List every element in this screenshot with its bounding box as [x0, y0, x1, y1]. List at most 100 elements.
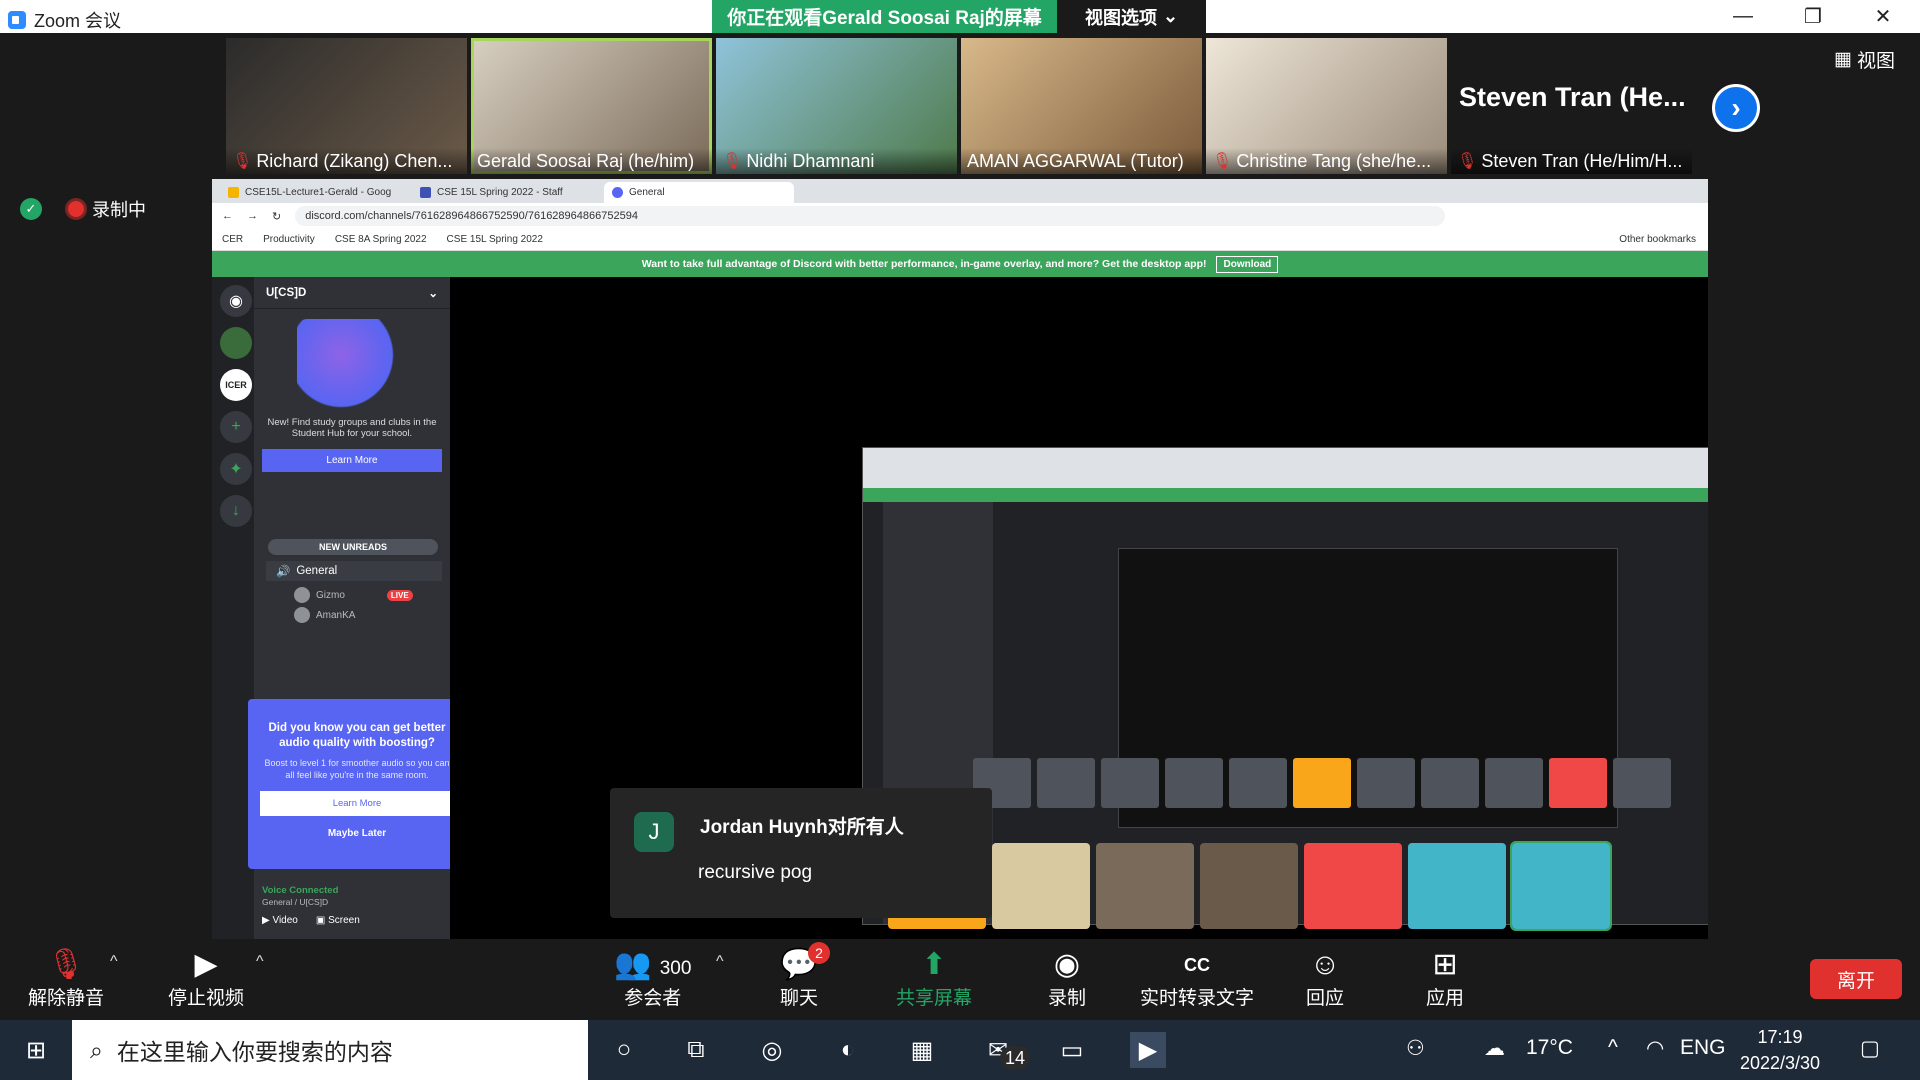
video-tile[interactable]	[1510, 841, 1612, 931]
chrome-icon[interactable]: ◎	[754, 1032, 790, 1068]
clock[interactable]: 17:19 2022/3/30	[1735, 1024, 1825, 1076]
video-options-caret[interactable]: ^	[256, 953, 264, 971]
participant-count: 300	[659, 958, 692, 979]
other-bookmarks[interactable]: Other bookmarks	[1619, 234, 1696, 245]
video-tile[interactable]	[1408, 843, 1506, 929]
stop-video-button[interactable]: ▶ 停止视频	[168, 947, 244, 1010]
channel-name: General	[296, 565, 338, 577]
video-tile[interactable]	[1200, 843, 1298, 929]
voice-controls: ▶ Video ▣ Screen	[262, 915, 360, 926]
explore-icon[interactable]: ✦	[220, 453, 252, 485]
url-input[interactable]: discord.com/channels/761628964866752590/…	[295, 206, 1446, 226]
video-button[interactable]: ▶ Video	[262, 915, 298, 926]
cortana-icon[interactable]: ○	[606, 1032, 642, 1068]
share-screen-button[interactable]: ⬆ 共享屏幕	[896, 947, 972, 1010]
participant-tile[interactable]: 🎙 Nidhi Dhamnani	[716, 38, 957, 174]
wifi-icon[interactable]: ◠	[1646, 1036, 1664, 1061]
browser-tab[interactable]: CSE 15L Spring 2022 - Staff	[412, 182, 602, 203]
file-explorer-icon[interactable]: ▭	[1054, 1032, 1090, 1068]
browser-tab-active[interactable]: General	[604, 182, 794, 203]
voice-member[interactable]: AmanKA	[294, 607, 355, 623]
video-tile	[1485, 758, 1543, 808]
video-tile	[1165, 758, 1223, 808]
bookmark[interactable]: CER	[222, 234, 243, 245]
notifications-icon[interactable]: ▢	[1860, 1036, 1880, 1061]
leave-button[interactable]: 离开	[1810, 959, 1902, 999]
add-server-icon[interactable]: +	[220, 411, 252, 443]
chat-unread-badge: 2	[808, 942, 830, 964]
server-header[interactable]: U[CS]D ⌄	[254, 277, 450, 309]
video-tile[interactable]	[992, 843, 1090, 929]
zoom-taskbar-icon[interactable]: ▶	[1130, 1032, 1166, 1068]
edge-icon[interactable]: ◐	[830, 1032, 866, 1068]
next-page-button[interactable]: ›	[1712, 84, 1760, 132]
discord-icon	[612, 187, 623, 198]
voice-channel-general[interactable]: 🔊 General	[266, 561, 442, 581]
video-tile[interactable]	[1096, 843, 1194, 929]
video-tile[interactable]	[1304, 843, 1402, 929]
tab-title: General	[629, 187, 665, 198]
input-language[interactable]: ENG	[1680, 1036, 1726, 1060]
boost-learn-more-button[interactable]: Learn More	[260, 791, 454, 816]
video-tile	[1357, 758, 1415, 808]
tab-title: CSE 15L Spring 2022 - Staff	[437, 187, 563, 198]
record-button[interactable]: ◉ 录制	[1048, 947, 1086, 1010]
learn-more-button[interactable]: Learn More	[262, 449, 442, 472]
tray-overflow-icon[interactable]: ^	[1608, 1036, 1618, 1060]
live-badge: LIVE	[386, 589, 413, 601]
task-view-icon[interactable]: ⧉	[678, 1032, 714, 1068]
participants-label: 参会者	[624, 988, 682, 1009]
doc-icon	[420, 187, 431, 198]
reactions-button[interactable]: ☺ 回应	[1306, 947, 1344, 1010]
participant-tile[interactable]: AMAN AGGARWAL (Tutor)	[961, 38, 1202, 174]
view-button[interactable]: ▦ 视图	[1834, 46, 1895, 73]
bookmark[interactable]: CSE 15L Spring 2022	[447, 234, 543, 245]
back-icon[interactable]: ←	[222, 210, 233, 222]
reload-icon[interactable]: ↻	[272, 210, 281, 223]
weather-temp[interactable]: 17°C	[1526, 1036, 1573, 1060]
download-button[interactable]: Download	[1216, 255, 1279, 273]
audio-options-caret[interactable]: ^	[110, 953, 118, 971]
view-button-label: 视图	[1856, 51, 1895, 72]
video-tile	[1037, 758, 1095, 808]
view-options-button[interactable]: 视图选项 ⌄	[1057, 0, 1206, 33]
participant-tile-active-speaker[interactable]: Gerald Soosai Raj (he/him)	[471, 38, 712, 174]
server-icon[interactable]	[220, 327, 252, 359]
live-transcript-button[interactable]: CC 实时转录文字	[1140, 947, 1254, 1010]
bookmark[interactable]: CSE 8A Spring 2022	[335, 234, 427, 245]
windows-start-icon[interactable]: ⊞	[18, 1032, 54, 1068]
security-shield-icon[interactable]: ✓	[20, 198, 42, 220]
participant-tile-no-video[interactable]: Steven Tran (He... 🎙 Steven Tran (He/Him/…	[1451, 38, 1692, 174]
weather-icon[interactable]: ☁	[1484, 1036, 1505, 1061]
recording-dot-icon	[68, 201, 84, 217]
screen-button[interactable]: ▣ Screen	[316, 915, 360, 926]
browser-tab[interactable]: CSE15L-Lecture1-Gerald - Goog	[220, 182, 410, 203]
store-icon[interactable]: ▦	[904, 1032, 940, 1068]
new-unreads-pill[interactable]: NEW UNREADS	[268, 539, 438, 555]
maybe-later-button[interactable]: Maybe Later	[260, 828, 454, 839]
minimize-button[interactable]: —	[1708, 0, 1778, 33]
participant-name-text: Gerald Soosai Raj (he/him)	[477, 150, 695, 171]
icer-server-icon[interactable]: ICER	[220, 369, 252, 401]
mic-muted-icon: 🎙	[1212, 153, 1233, 170]
close-button[interactable]: ✕	[1848, 0, 1918, 33]
taskbar-search-box[interactable]: ⌕ 在这里输入你要搜索的内容	[72, 1020, 588, 1080]
video-tile	[1421, 758, 1479, 808]
unmute-button[interactable]: 🎙 解除静音	[28, 947, 104, 1010]
participant-tile[interactable]: 🎙 Christine Tang (she/he...	[1206, 38, 1447, 174]
maximize-button[interactable]: ❐	[1778, 0, 1848, 33]
address-bar: ← → ↻ discord.com/channels/7616289648667…	[212, 203, 1708, 229]
bookmark[interactable]: Productivity	[263, 234, 315, 245]
participant-tile[interactable]: 🎙 Richard (Zikang) Chen...	[226, 38, 467, 174]
apps-button[interactable]: ⊞ 应用	[1426, 947, 1464, 1010]
download-icon[interactable]: ↓	[220, 495, 252, 527]
people-icon[interactable]: ⚇	[1406, 1036, 1425, 1061]
recording-indicator[interactable]: 录制中	[68, 196, 146, 222]
slides-icon	[228, 187, 239, 198]
voice-member[interactable]: Gizmo LIVE	[294, 587, 413, 603]
discord-home-icon[interactable]: ◉	[220, 285, 252, 317]
chat-notification[interactable]: J Jordan Huynh对所有人 recursive pog	[610, 788, 992, 918]
forward-icon[interactable]: →	[247, 210, 258, 222]
participants-button[interactable]: 👥 300 参会者	[614, 947, 691, 1010]
participants-options-caret[interactable]: ^	[716, 953, 724, 971]
